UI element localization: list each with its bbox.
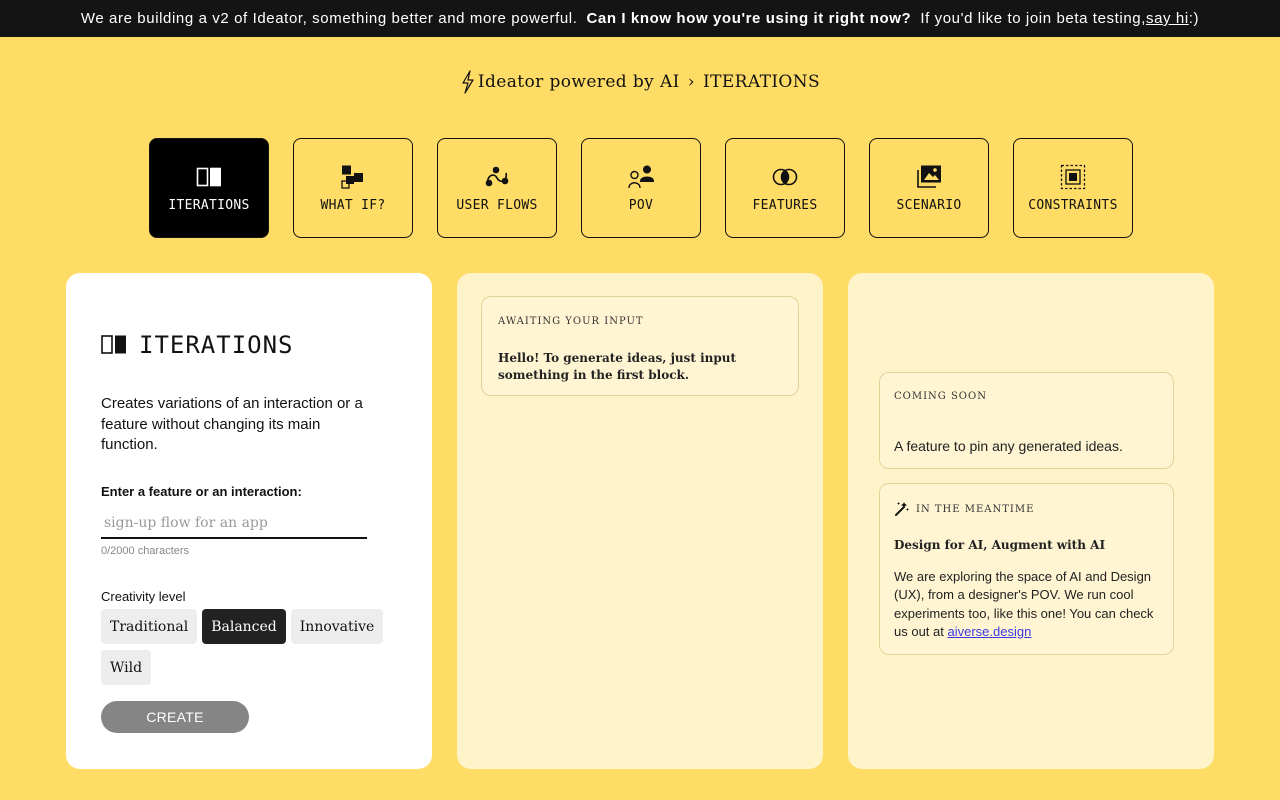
creativity-traditional-button[interactable]: Traditional [101, 609, 198, 644]
awaiting-input-card: AWAITING YOUR INPUT Hello! To generate i… [481, 296, 799, 396]
aiverse-link[interactable]: aiverse.design [948, 624, 1032, 639]
creativity-label: Creativity level [101, 589, 186, 604]
tab-constraints-label: CONSTRAINTS [1028, 197, 1118, 213]
tool-tabs: ITERATIONS WHAT IF? USER FLOWS POV FEATU… [149, 138, 1133, 238]
side-panel: COMING SOON A feature to pin any generat… [848, 273, 1214, 769]
features-icon [772, 168, 798, 185]
panel-title-text: ITERATIONS [139, 331, 294, 359]
tab-pov[interactable]: POV [581, 138, 701, 238]
meantime-label: IN THE MEANTIME [916, 503, 1035, 515]
tab-constraints[interactable]: CONSTRAINTS [1013, 138, 1133, 238]
tab-features-label: FEATURES [752, 197, 818, 213]
pov-icon [628, 165, 654, 188]
breadcrumb-current: ITERATIONS [702, 72, 821, 92]
creativity-balanced-button[interactable]: Balanced [202, 609, 286, 644]
coming-soon-card: COMING SOON A feature to pin any generat… [879, 372, 1174, 469]
panel-title: ITERATIONS [101, 331, 294, 359]
creativity-wild-button[interactable]: Wild [101, 650, 152, 685]
awaiting-input-label: AWAITING YOUR INPUT [498, 316, 644, 327]
coming-soon-text: A feature to pin any generated ideas. [894, 438, 1123, 454]
meantime-card: IN THE MEANTIME Design for AI, Augment w… [879, 483, 1174, 655]
tab-iterations[interactable]: ITERATIONS [149, 138, 269, 238]
iterations-icon [101, 335, 126, 354]
creativity-level-group: Traditional Balanced Innovative Wild [101, 609, 391, 685]
iterations-icon [196, 167, 221, 186]
banner-text: We are building a v2 of Ideator, somethi… [80, 10, 578, 27]
user-flows-icon [485, 166, 509, 186]
field-label: Enter a feature or an interaction: [101, 484, 302, 499]
tab-what-if[interactable]: WHAT IF? [293, 138, 413, 238]
banner-suffix: :) [1188, 10, 1200, 27]
create-button[interactable]: CREATE [101, 701, 249, 733]
tab-scenario[interactable]: SCENARIO [869, 138, 989, 238]
lightning-icon [462, 70, 474, 94]
panel-description: Creates variations of an interaction or … [101, 395, 363, 453]
meantime-header: IN THE MEANTIME [894, 501, 1034, 517]
coming-soon-label: COMING SOON [894, 391, 987, 402]
meantime-title: Design for AI, Augment with AI [894, 538, 1106, 552]
scenario-icon [917, 165, 941, 188]
tab-features[interactable]: FEATURES [725, 138, 845, 238]
what-if-icon [341, 165, 363, 189]
tab-user-flows-label: USER FLOWS [456, 197, 538, 213]
say-hi-link[interactable]: say hi [1146, 10, 1189, 27]
magic-wand-icon [895, 502, 909, 516]
banner-question: Can I know how you're using it right now… [586, 10, 912, 27]
breadcrumb: Ideator powered by AI › ITERATIONS [0, 70, 1280, 94]
character-count: 0/2000 characters [101, 545, 190, 557]
banner-text-after: If you'd like to join beta testing, [920, 10, 1146, 27]
constraints-icon [1060, 164, 1086, 189]
tab-pov-label: POV [628, 197, 654, 213]
awaiting-input-message: Hello! To generate ideas, just input som… [498, 351, 737, 382]
tab-scenario-label: SCENARIO [896, 197, 962, 213]
creativity-innovative-button[interactable]: Innovative [290, 609, 384, 644]
tab-user-flows[interactable]: USER FLOWS [437, 138, 557, 238]
tab-what-if-label: WHAT IF? [320, 197, 386, 213]
input-panel: ITERATIONS Creates variations of an inte… [66, 273, 432, 769]
feature-input[interactable] [101, 509, 367, 539]
meantime-body: We are exploring the space of AI and Des… [894, 568, 1156, 641]
tab-iterations-label: ITERATIONS [168, 197, 250, 213]
announcement-banner: We are building a v2 of Ideator, somethi… [0, 0, 1280, 37]
breadcrumb-separator: › [687, 72, 695, 92]
output-panel: AWAITING YOUR INPUT Hello! To generate i… [457, 273, 823, 769]
breadcrumb-app-name[interactable]: Ideator powered by AI [478, 72, 680, 92]
